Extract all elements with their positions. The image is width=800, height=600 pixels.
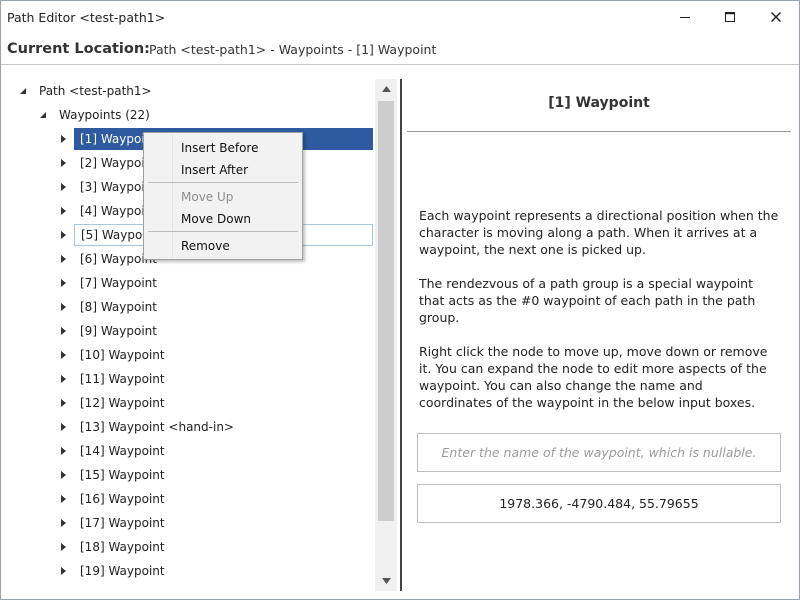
tree-item-waypoint[interactable]: [9] Waypoint (59, 320, 375, 342)
tree-item-label: [9] Waypoint (80, 324, 157, 338)
tree-group-node[interactable]: Waypoints (22) (39, 104, 359, 126)
expand-arrow-icon[interactable] (59, 254, 69, 264)
expand-arrow-icon[interactable] (59, 326, 69, 336)
expand-arrow-icon[interactable] (59, 278, 69, 288)
waypoint-name-field[interactable] (417, 433, 781, 472)
description-paragraph: Right click the node to move up, move do… (419, 344, 768, 410)
tree-item-label: [7] Waypoint (80, 276, 157, 290)
tree-item-waypoint[interactable]: [13] Waypoint <hand-in> (59, 416, 375, 438)
tree-item-waypoint[interactable]: [19] Waypoint (59, 560, 375, 582)
tree-root-node[interactable]: Path <test-path1> (19, 80, 359, 102)
scroll-up-arrow-icon (381, 86, 391, 92)
tree-item-label: [16] Waypoint (80, 492, 165, 506)
scroll-up-button[interactable] (375, 79, 397, 99)
maximize-icon (725, 12, 735, 22)
menu-item-remove[interactable]: Remove (146, 235, 300, 257)
expand-arrow-icon[interactable] (59, 206, 69, 216)
expand-arrow-icon[interactable] (59, 494, 69, 504)
tree-item-waypoint[interactable]: [12] Waypoint (59, 392, 375, 414)
close-button[interactable] (753, 1, 799, 33)
expand-arrow-icon[interactable] (59, 158, 69, 168)
expand-arrow-icon[interactable] (59, 470, 69, 480)
menu-item-move-up: Move Up (181, 190, 234, 204)
expand-arrow-icon[interactable] (59, 566, 69, 576)
context-menu: Insert Before Insert After Move Up Move … (143, 132, 303, 260)
location-label: Current Location: (7, 41, 150, 57)
location-bar: Current Location: Path <test-path1> - Wa… (1, 35, 799, 65)
tree-item-waypoint[interactable]: [10] Waypoint (59, 344, 375, 366)
tree-root-label: Path <test-path1> (39, 84, 152, 98)
waypoint-coordinates-input[interactable] (418, 485, 780, 522)
waypoint-coordinates-field[interactable] (417, 484, 781, 523)
menu-separator (148, 231, 298, 232)
scroll-down-button[interactable] (375, 571, 397, 591)
tree-item-waypoint[interactable]: [16] Waypoint (59, 488, 375, 510)
expand-arrow-icon[interactable] (59, 542, 69, 552)
tree-item-label: [15] Waypoint (80, 468, 165, 482)
tree-group-label: Waypoints (22) (59, 108, 150, 122)
title-bar: Path Editor <test-path1> (1, 1, 799, 35)
panel-splitter[interactable] (400, 79, 402, 591)
detail-heading: [1] Waypoint (548, 95, 650, 111)
path-editor-window: Path Editor <test-path1> Current Locatio… (0, 0, 800, 600)
expand-arrow-icon[interactable] (59, 374, 69, 384)
expand-arrow-icon[interactable] (59, 398, 69, 408)
menu-separator (148, 182, 298, 183)
description-paragraph: Each waypoint represents a directional p… (419, 208, 779, 257)
tree-item-label: [13] Waypoint <hand-in> (80, 420, 234, 434)
tree-item-label: [8] Waypoint (80, 300, 157, 314)
detail-divider (407, 131, 791, 132)
scroll-thumb[interactable] (378, 101, 394, 521)
tree-item-label: [10] Waypoint (80, 348, 165, 362)
tree-item-waypoint[interactable]: [15] Waypoint (59, 464, 375, 486)
tree-scrollbar[interactable] (375, 79, 397, 591)
tree-item-label: [17] Waypoint (80, 516, 165, 530)
minimize-icon (680, 17, 690, 18)
tree-item-waypoint[interactable]: [18] Waypoint (59, 536, 375, 558)
menu-item-insert-before[interactable]: Insert Before (146, 137, 300, 159)
expand-arrow-icon[interactable] (59, 422, 69, 432)
expand-arrow-icon[interactable] (59, 134, 69, 144)
tree-item-label: [18] Waypoint (80, 540, 165, 554)
tree-item-waypoint[interactable]: [17] Waypoint (59, 512, 375, 534)
collapse-arrow-icon[interactable] (39, 110, 49, 120)
tree-item-label: [11] Waypoint (80, 372, 165, 386)
tree-item-label: [12] Waypoint (80, 396, 165, 410)
expand-arrow-icon[interactable] (59, 302, 69, 312)
expand-arrow-icon[interactable] (59, 518, 69, 528)
minimize-button[interactable] (662, 1, 708, 33)
description-paragraph: The rendezvous of a path group is a spec… (419, 276, 756, 325)
tree-item-label: [14] Waypoint (80, 444, 165, 458)
collapse-arrow-icon[interactable] (19, 86, 29, 96)
close-icon (771, 12, 781, 22)
expand-arrow-icon[interactable] (59, 230, 69, 240)
tree-item-waypoint[interactable]: [8] Waypoint (59, 296, 375, 318)
tree-item-waypoint[interactable]: [14] Waypoint (59, 440, 375, 462)
expand-arrow-icon[interactable] (59, 446, 69, 456)
tree-item-waypoint[interactable]: [11] Waypoint (59, 368, 375, 390)
expand-arrow-icon[interactable] (59, 182, 69, 192)
menu-item-insert-after[interactable]: Insert After (146, 159, 300, 181)
detail-panel: [1] Waypoint Each waypoint represents a … (407, 79, 791, 591)
tree-item-label: [19] Waypoint (80, 564, 165, 578)
window-title: Path Editor <test-path1> (7, 10, 166, 25)
location-breadcrumb: Path <test-path1> - Waypoints - [1] Wayp… (149, 42, 437, 57)
maximize-button[interactable] (707, 1, 753, 33)
waypoint-name-input[interactable] (418, 434, 780, 471)
tree-item-waypoint[interactable]: [7] Waypoint (59, 272, 375, 294)
detail-description: Each waypoint represents a directional p… (419, 207, 779, 428)
scroll-down-arrow-icon (381, 578, 391, 584)
expand-arrow-icon[interactable] (59, 350, 69, 360)
menu-item-move-down[interactable]: Move Down (146, 208, 300, 230)
